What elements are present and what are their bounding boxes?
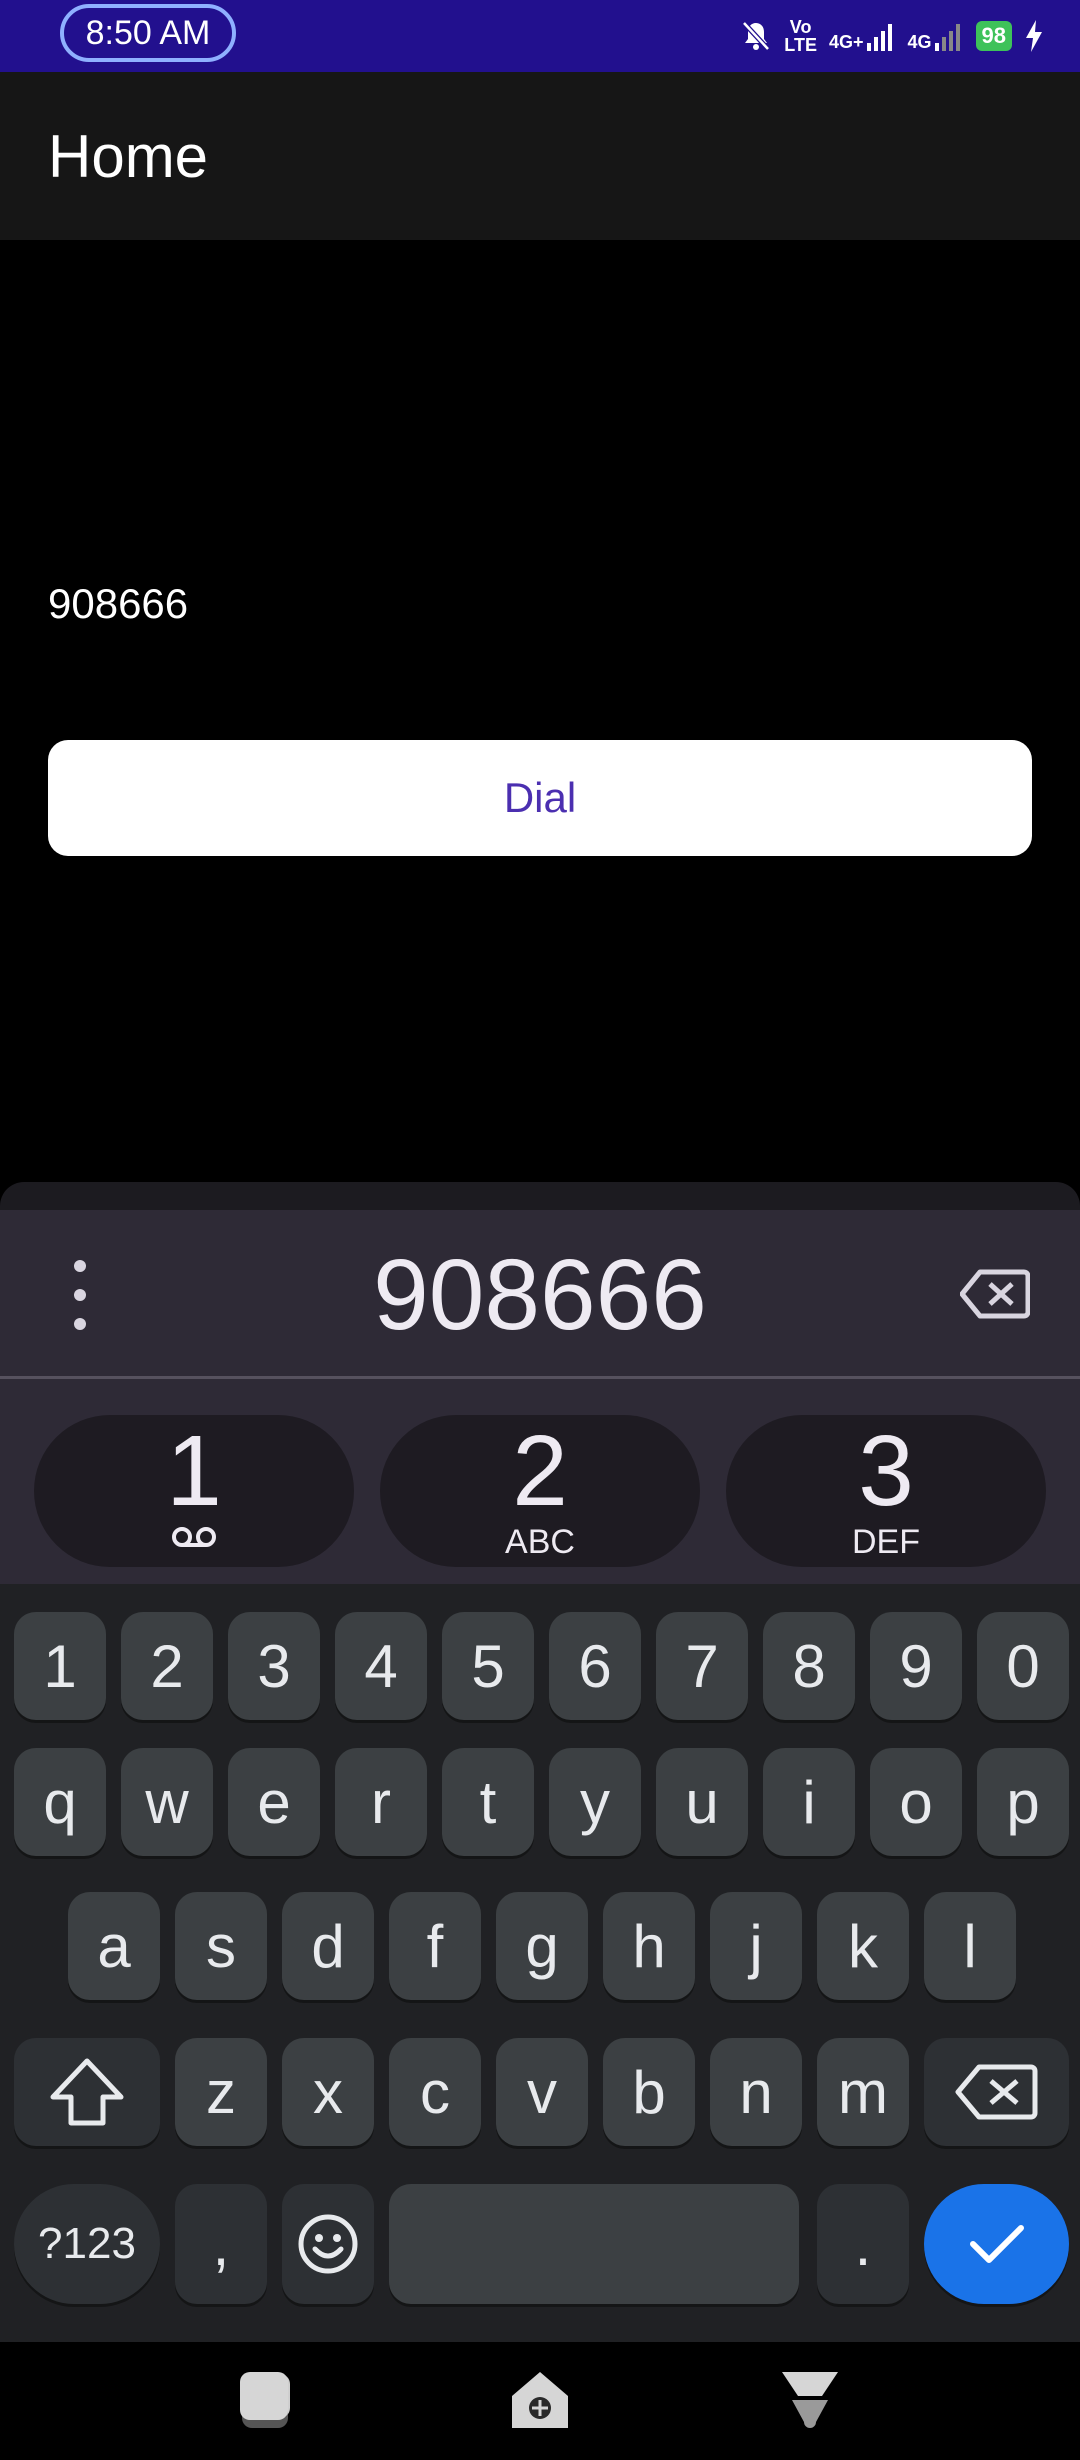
key-b[interactable]: b [603, 2038, 695, 2146]
back-icon[interactable] [778, 2368, 842, 2432]
key-e[interactable]: e [228, 1748, 320, 1856]
volte-indicator: Vo LTE [784, 17, 817, 55]
key-2[interactable]: 2 [121, 1612, 213, 1720]
key-t[interactable]: t [442, 1748, 534, 1856]
status-icons: Vo LTE 4G+ 4G 98 [740, 14, 1044, 58]
key-x[interactable]: x [282, 2038, 374, 2146]
key-0[interactable]: 0 [977, 1612, 1069, 1720]
navigation-bar [0, 2342, 1080, 2460]
charging-icon [1026, 20, 1042, 52]
key-j[interactable]: j [710, 1892, 802, 2000]
key-8[interactable]: 8 [763, 1612, 855, 1720]
phone-number-field[interactable]: 908666 [48, 580, 188, 628]
key-9[interactable]: 9 [870, 1612, 962, 1720]
key-5[interactable]: 5 [442, 1612, 534, 1720]
key-i[interactable]: i [763, 1748, 855, 1856]
dialer-number-bar: 908666 [0, 1210, 1080, 1376]
signal-2: 4G [908, 21, 964, 51]
battery-indicator: 98 [975, 21, 1012, 51]
shift-key[interactable] [14, 2038, 160, 2146]
dialer-key-2[interactable]: 2 ABC [380, 1415, 700, 1567]
soft-keyboard: 1 2 3 4 5 6 7 8 9 0 q w e r t y u i o p … [0, 1584, 1080, 2342]
key-n[interactable]: n [710, 2038, 802, 2146]
key-o[interactable]: o [870, 1748, 962, 1856]
recents-icon[interactable] [236, 2368, 300, 2432]
key-q[interactable]: q [14, 1748, 106, 1856]
emoji-icon [298, 2214, 358, 2274]
emoji-key[interactable] [282, 2184, 374, 2304]
key-y[interactable]: y [549, 1748, 641, 1856]
key-a[interactable]: a [68, 1892, 160, 2000]
keyboard-backspace-key[interactable] [924, 2038, 1069, 2146]
period-key[interactable]: . [817, 2184, 909, 2304]
key-k[interactable]: k [817, 1892, 909, 2000]
key-g[interactable]: g [496, 1892, 588, 2000]
dialer-number-display: 908666 [373, 1239, 707, 1351]
key-1[interactable]: 1 [14, 1612, 106, 1720]
network-type-2: 4G [907, 32, 932, 52]
dialer-key-3[interactable]: 3 DEF [726, 1415, 1046, 1567]
main-content: 908666 Dial [0, 240, 1080, 1160]
app-bar: Home [0, 72, 1080, 240]
dialer-key-1[interactable]: 1 [34, 1415, 354, 1567]
key-f[interactable]: f [389, 1892, 481, 2000]
key-v[interactable]: v [496, 2038, 588, 2146]
key-7[interactable]: 7 [656, 1612, 748, 1720]
space-key[interactable] [389, 2184, 799, 2304]
backspace-icon [955, 2064, 1037, 2120]
status-time: 8:50 AM [60, 4, 236, 62]
key-3[interactable]: 3 [228, 1612, 320, 1720]
key-u[interactable]: u [656, 1748, 748, 1856]
key-p[interactable]: p [977, 1748, 1069, 1856]
symbols-key[interactable]: ?123 [14, 2184, 160, 2304]
comma-key[interactable]: , [175, 2184, 267, 2304]
key-c[interactable]: c [389, 2038, 481, 2146]
network-type-1: 4G+ [828, 32, 864, 52]
key-6[interactable]: 6 [549, 1612, 641, 1720]
key-h[interactable]: h [603, 1892, 695, 2000]
key-m[interactable]: m [817, 2038, 909, 2146]
dialer-keypad: 1 2 ABC 3 DEF [0, 1379, 1080, 1584]
home-icon[interactable] [508, 2368, 572, 2432]
key-w[interactable]: w [121, 1748, 213, 1856]
key-d[interactable]: d [282, 1892, 374, 2000]
key-r[interactable]: r [335, 1748, 427, 1856]
shift-icon [50, 2058, 124, 2126]
key-s[interactable]: s [175, 1892, 267, 2000]
key-4[interactable]: 4 [335, 1612, 427, 1720]
signal-bars-icon [866, 24, 892, 51]
status-bar: 8:50 AM Vo LTE 4G+ 4G 98 [0, 0, 1080, 72]
dialer-backspace-icon[interactable] [960, 1268, 1030, 1320]
notifications-off-icon [742, 21, 771, 51]
key-z[interactable]: z [175, 2038, 267, 2146]
done-key[interactable] [924, 2184, 1069, 2304]
page-title: Home [48, 123, 209, 190]
dial-button[interactable]: Dial [48, 740, 1032, 856]
signal-bars-weak-icon [934, 24, 960, 51]
key-l[interactable]: l [924, 1892, 1016, 2000]
signal-1: 4G+ [829, 21, 896, 51]
checkmark-icon [969, 2225, 1024, 2263]
voicemail-icon [172, 1527, 216, 1547]
